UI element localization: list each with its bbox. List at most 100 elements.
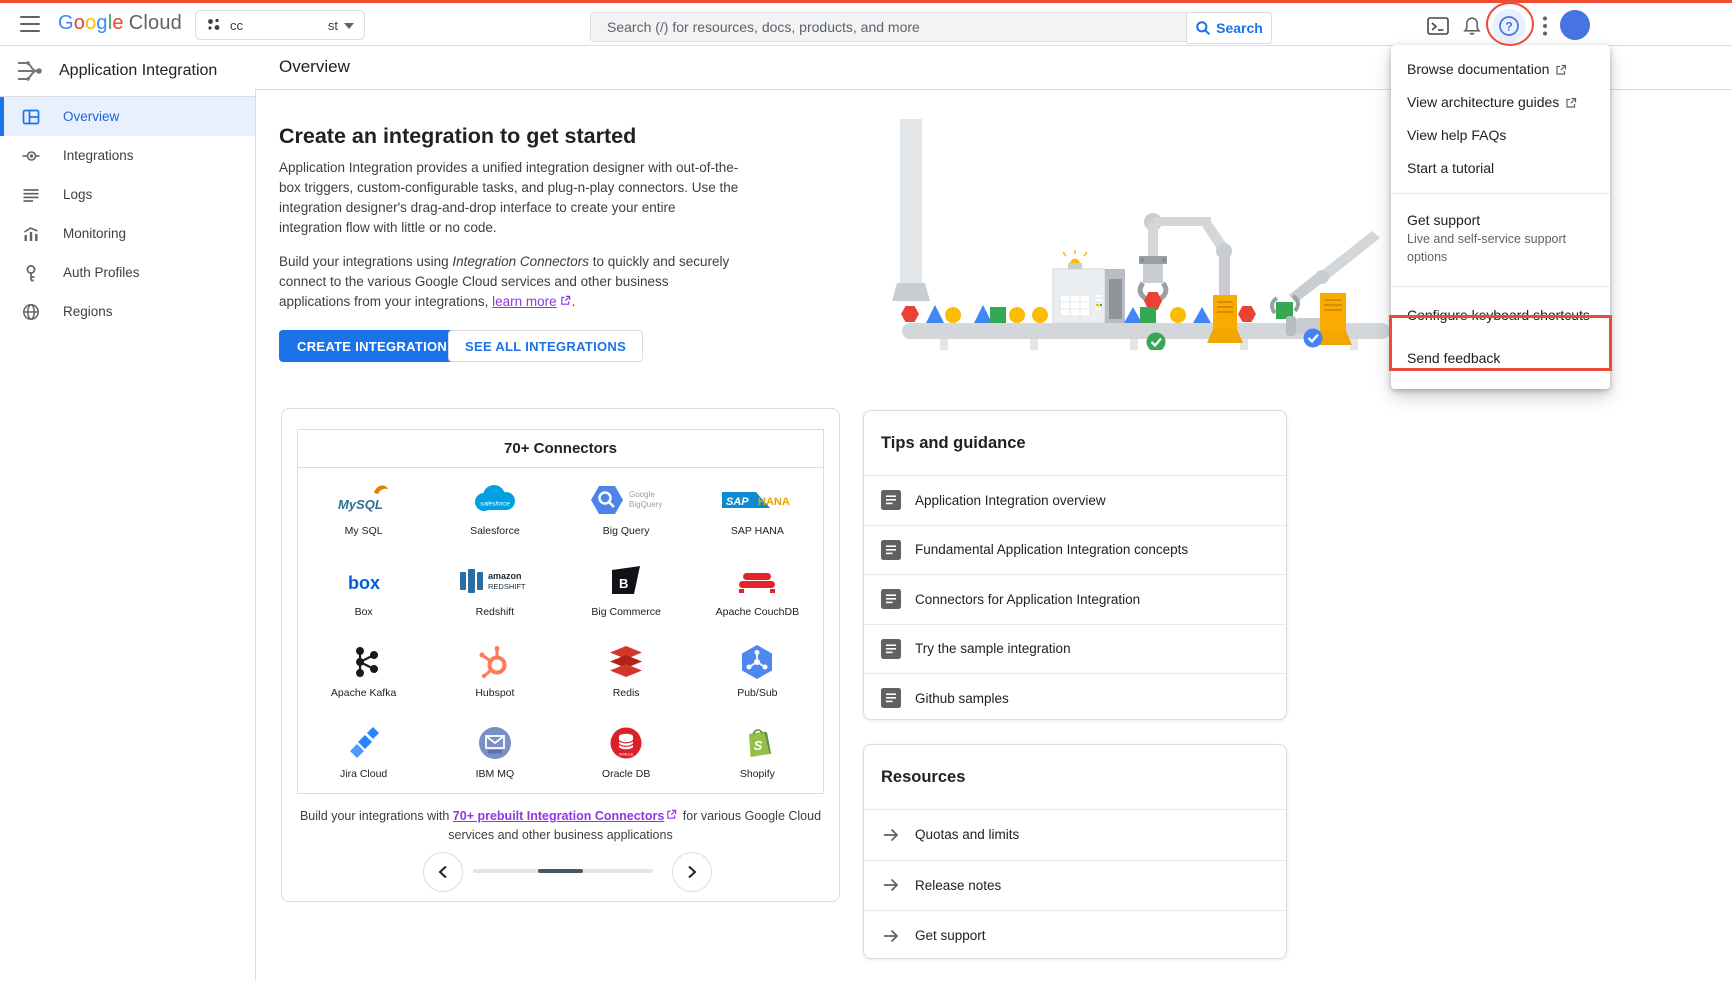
salesforce-logo: salesforce — [467, 481, 523, 519]
search-icon — [1195, 20, 1211, 36]
menu-item-view-help-faqs[interactable]: View help FAQs — [1391, 119, 1610, 152]
connector-item: Redis — [561, 630, 692, 711]
resources-card: Resources Quotas and limits Release note… — [863, 744, 1287, 959]
connector-label: Redis — [613, 687, 640, 699]
regions-globe-icon — [22, 303, 40, 321]
menu-item-configure-keyboard-shortcuts[interactable]: Configure keyboard shortcuts — [1391, 295, 1610, 335]
connector-label: IBM MQ — [476, 768, 515, 780]
more-options-dots-icon[interactable] — [1533, 14, 1557, 38]
menu-item-browse-documentation[interactable]: Browse documentation — [1391, 53, 1610, 86]
connectors-grid: MySQL My SQL salesforce Salesforce Googl… — [298, 468, 823, 792]
hero-paragraph-2: Build your integrations using Integratio… — [279, 252, 741, 312]
connectors-card: 70+ Connectors MySQL My SQL salesforce S… — [297, 429, 824, 794]
prebuilt-connectors-link[interactable]: 70+ prebuilt Integration Connectors — [453, 809, 665, 823]
page-title: Overview — [279, 57, 350, 77]
menu-item-start-a-tutorial[interactable]: Start a tutorial — [1391, 152, 1610, 185]
article-icon — [881, 688, 901, 708]
tips-item-overview[interactable]: Application Integration overview — [864, 476, 1286, 526]
google-cloud-logo[interactable]: GoogleCloud — [58, 12, 182, 35]
sidebar-item-monitoring[interactable]: Monitoring — [0, 214, 255, 253]
resources-item-label: Quotas and limits — [915, 827, 1019, 842]
sidebar-item-auth-profiles[interactable]: Auth Profiles — [0, 253, 255, 292]
ibm-mq-logo — [477, 724, 513, 762]
mysql-logo: MySQL — [332, 481, 396, 519]
couchdb-logo — [733, 562, 781, 600]
integrations-icon — [22, 147, 40, 165]
search-button[interactable]: Search — [1186, 12, 1272, 44]
svg-text:amazon: amazon — [488, 571, 522, 581]
tips-item-sample[interactable]: Try the sample integration — [864, 625, 1286, 675]
overview-icon — [22, 108, 40, 126]
svg-text:BigQuery: BigQuery — [629, 500, 662, 509]
notifications-bell-icon[interactable] — [1460, 14, 1484, 38]
menu-item-label: Start a tutorial — [1407, 152, 1494, 185]
external-link-icon — [560, 295, 571, 306]
connector-item: Hubspot — [429, 630, 560, 711]
article-icon — [881, 540, 901, 560]
tips-item-label: Application Integration overview — [915, 493, 1106, 508]
create-integration-button[interactable]: CREATE INTEGRATION — [279, 330, 465, 362]
tips-item-label: Try the sample integration — [915, 641, 1071, 656]
connector-item: ORACLE Oracle DB — [561, 711, 692, 792]
tips-item-connectors[interactable]: Connectors for Application Integration — [864, 575, 1286, 625]
resources-item-get-support[interactable]: Get support — [864, 911, 1286, 961]
sidebar-item-logs[interactable]: Logs — [0, 175, 255, 214]
cloud-logo-text: Cloud — [129, 12, 182, 34]
tips-item-concepts[interactable]: Fundamental Application Integration conc… — [864, 526, 1286, 576]
menu-item-get-support[interactable]: Get support Live and self-service suppor… — [1391, 202, 1610, 278]
sidebar-item-integrations[interactable]: Integrations — [0, 136, 255, 175]
carousel-next-button[interactable] — [672, 852, 712, 892]
menu-item-view-architecture-guides[interactable]: View architecture guides — [1391, 86, 1610, 119]
connector-label: Box — [355, 606, 373, 618]
sidebar-item-label: Logs — [63, 187, 92, 202]
article-icon — [881, 639, 901, 659]
svg-text:box: box — [348, 573, 380, 593]
account-avatar[interactable] — [1560, 10, 1590, 40]
connector-item: amazonREDSHIFT Redshift — [429, 549, 560, 630]
hero-heading: Create an integration to get started — [279, 124, 636, 149]
connector-label: Redshift — [476, 606, 515, 618]
see-all-integrations-button[interactable]: SEE ALL INTEGRATIONS — [448, 330, 643, 362]
redshift-logo: amazonREDSHIFT — [456, 562, 534, 600]
article-icon — [881, 589, 901, 609]
menu-hamburger-icon[interactable] — [20, 16, 40, 32]
connector-label: Oracle DB — [602, 768, 650, 780]
topbar: GoogleCloud cc st Search — [0, 3, 1732, 46]
connector-label: Apache Kafka — [331, 687, 396, 699]
learn-more-link[interactable]: learn more — [492, 294, 557, 309]
search-input[interactable] — [605, 18, 1169, 36]
bigcommerce-logo: B — [606, 562, 646, 600]
resources-item-release-notes[interactable]: Release notes — [864, 861, 1286, 912]
carousel-scrollbar-thumb[interactable] — [538, 869, 583, 873]
connector-item: GoogleBigQuery Big Query — [561, 468, 692, 549]
arrow-right-icon — [881, 875, 901, 895]
cloud-shell-icon[interactable] — [1426, 14, 1450, 38]
project-name-suffix: st — [328, 18, 338, 33]
help-icon[interactable]: ? — [1497, 14, 1521, 38]
connector-label: Jira Cloud — [340, 768, 387, 780]
connector-label: Salesforce — [470, 525, 520, 537]
connector-item: Pub/Sub — [692, 630, 823, 711]
connector-item: salesforce Salesforce — [429, 468, 560, 549]
tips-item-label: Connectors for Application Integration — [915, 592, 1140, 607]
tips-item-label: Fundamental Application Integration conc… — [915, 542, 1188, 557]
connector-item: box Box — [298, 549, 429, 630]
sidebar-item-overview[interactable]: Overview — [0, 97, 255, 136]
connectors-caption: Build your integrations with 70+ prebuil… — [294, 807, 827, 845]
menu-divider — [1391, 193, 1610, 194]
connectors-title: 70+ Connectors — [298, 430, 823, 468]
carousel-scrollbar[interactable] — [473, 869, 653, 873]
tips-item-github[interactable]: Github samples — [864, 674, 1286, 723]
menu-item-send-feedback[interactable]: Send feedback — [1391, 335, 1610, 381]
carousel-prev-button[interactable] — [423, 852, 463, 892]
connector-label: Apache CouchDB — [716, 606, 799, 618]
resources-item-quotas[interactable]: Quotas and limits — [864, 810, 1286, 861]
shopify-logo: S — [739, 724, 775, 762]
jira-logo — [344, 724, 384, 762]
connector-item: S Shopify — [692, 711, 823, 792]
project-selector[interactable]: cc st — [195, 10, 365, 40]
sidebar-item-label: Regions — [63, 304, 113, 319]
sap-hana-logo: SAPHANA — [720, 481, 794, 519]
sidebar-item-regions[interactable]: Regions — [0, 292, 255, 331]
monitoring-icon — [22, 225, 40, 243]
